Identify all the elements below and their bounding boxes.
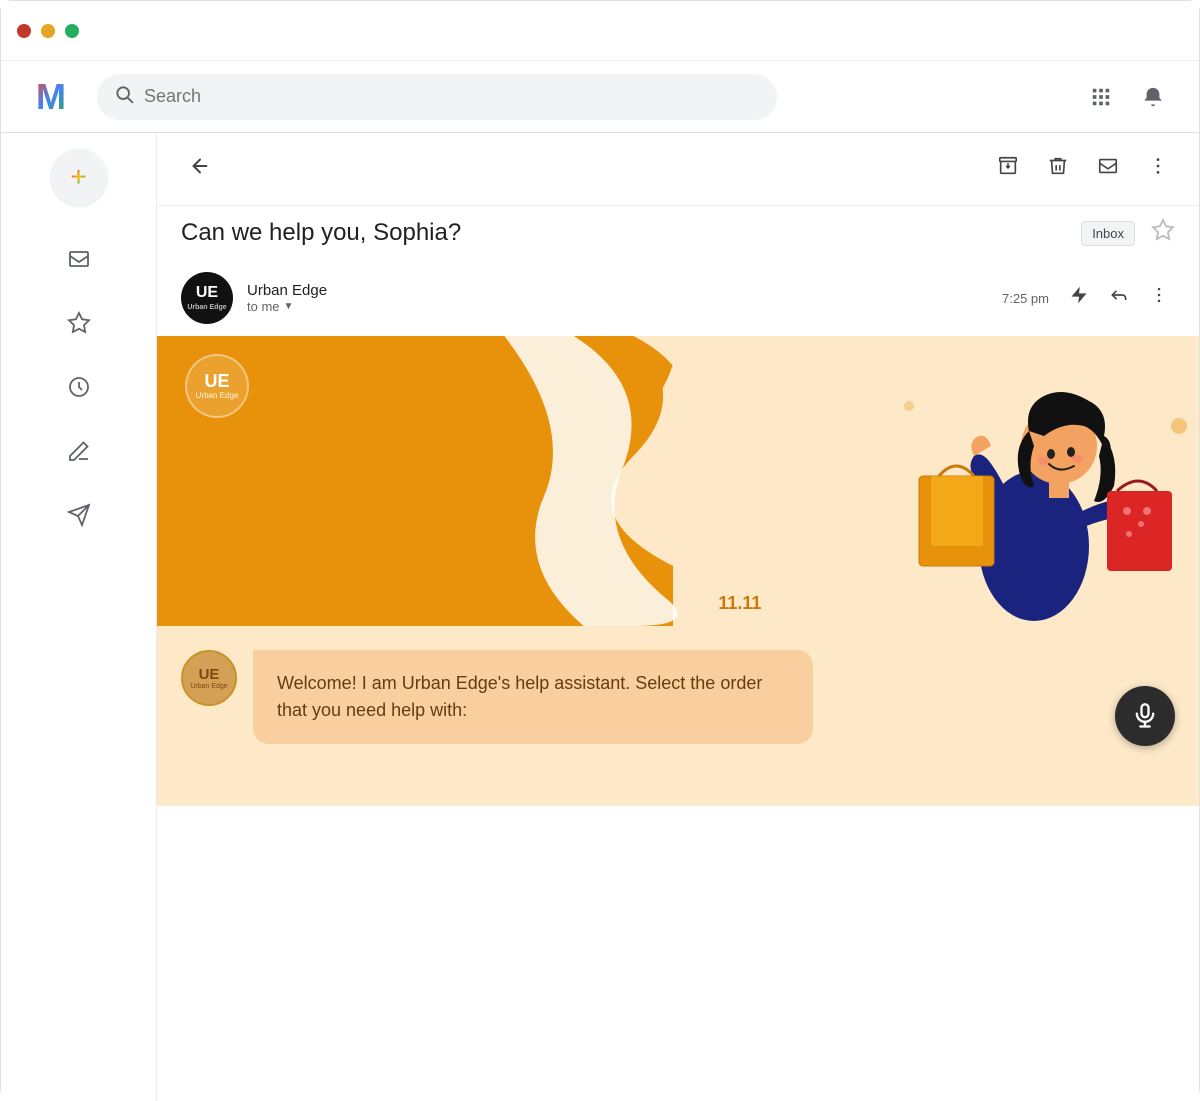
- top-bar-actions: [1079, 75, 1175, 119]
- chevron-down-icon: ▼: [284, 301, 294, 312]
- gmail-m-letter: M: [36, 76, 66, 118]
- search-icon: [114, 84, 134, 109]
- sender-name: Urban Edge: [247, 282, 988, 299]
- lightning-button[interactable]: [1063, 279, 1095, 317]
- maximize-button[interactable]: [65, 24, 79, 38]
- email-content: Can we help you, Sophia? Inbox UE Urban …: [156, 133, 1199, 1101]
- chat-section: UE Urban Edge Welcome! I am Urban Edge's…: [157, 626, 1199, 806]
- chat-message: Welcome! I am Urban Edge's help assistan…: [277, 673, 762, 720]
- email-subject: Can we help you, Sophia?: [181, 219, 1065, 247]
- sidebar-item-inbox[interactable]: [57, 237, 101, 281]
- star-button[interactable]: [1151, 218, 1175, 248]
- sidebar-icons: [57, 237, 101, 537]
- sender-actions: [1063, 279, 1175, 317]
- sidebar-item-snoozed[interactable]: [57, 365, 101, 409]
- sender-avatar: UE Urban Edge: [181, 272, 233, 324]
- minimize-button[interactable]: [41, 24, 55, 38]
- reply-button[interactable]: [1103, 279, 1135, 317]
- email-time: 7:25 pm: [1002, 291, 1049, 306]
- chat-avatar-sub: Urban Edge: [190, 683, 227, 690]
- sender-logo-ue: UE: [187, 284, 226, 302]
- sender-row: UE Urban Edge Urban Edge to me ▼ 7:25 pm: [157, 260, 1199, 336]
- chat-avatar: UE Urban Edge: [181, 650, 237, 706]
- banner-logo: UE Urban Edge: [185, 354, 249, 418]
- shopping-lady-illustration: [859, 346, 1199, 626]
- archive-button[interactable]: [991, 149, 1025, 189]
- sidebar-item-starred[interactable]: [57, 301, 101, 345]
- back-button[interactable]: [181, 151, 219, 187]
- banner-date: 11.11: [718, 593, 761, 614]
- sidebar-item-sent[interactable]: [57, 493, 101, 537]
- inbox-badge: Inbox: [1081, 221, 1135, 246]
- search-bar[interactable]: [97, 74, 777, 120]
- search-input[interactable]: [144, 86, 760, 107]
- apps-button[interactable]: [1079, 75, 1123, 119]
- chat-mic-button[interactable]: [1115, 686, 1175, 746]
- sender-info: Urban Edge to me ▼: [247, 282, 988, 314]
- top-bar: M: [1, 61, 1199, 133]
- main-layout: +: [1, 133, 1199, 1101]
- banner-headline: Shop till you drop with Urban Edge: [185, 524, 565, 594]
- chat-bubble: Welcome! I am Urban Edge's help assistan…: [253, 650, 813, 744]
- gmail-logo: M: [25, 71, 77, 123]
- more-button[interactable]: [1141, 149, 1175, 189]
- mark-unread-button[interactable]: [1091, 149, 1125, 189]
- notifications-button[interactable]: [1131, 75, 1175, 119]
- sender-more-button[interactable]: [1143, 279, 1175, 317]
- banner-logo-sub-text: Urban Edge: [196, 391, 239, 400]
- close-button[interactable]: [17, 24, 31, 38]
- sender-to[interactable]: to me ▼: [247, 299, 988, 314]
- title-bar: [1, 1, 1199, 61]
- sidebar: +: [1, 133, 156, 1101]
- email-toolbar: [157, 133, 1199, 206]
- sidebar-item-drafts[interactable]: [57, 429, 101, 473]
- sender-logo-sub: Urban Edge: [187, 304, 226, 312]
- email-banner: UE Urban Edge Shop till you drop with Ur…: [157, 336, 1199, 626]
- banner-logo-ue-text: UE: [204, 372, 229, 390]
- chat-avatar-ue: UE: [199, 667, 220, 682]
- compose-button[interactable]: +: [51, 149, 107, 205]
- email-subject-row: Can we help you, Sophia? Inbox: [157, 206, 1199, 260]
- delete-button[interactable]: [1041, 149, 1075, 189]
- compose-icon: +: [70, 161, 86, 193]
